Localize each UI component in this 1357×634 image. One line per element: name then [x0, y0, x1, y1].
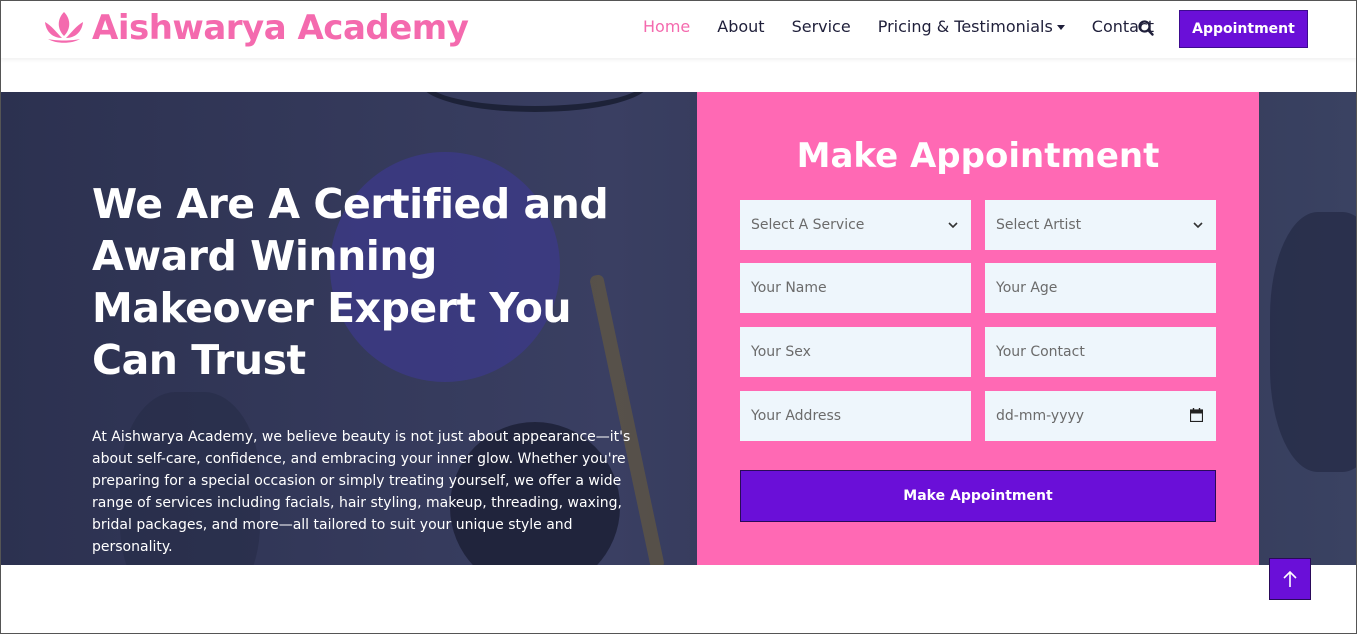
service-select-value: Select A Service — [751, 217, 865, 233]
age-placeholder: Your Age — [996, 280, 1058, 296]
artist-select-value: Select Artist — [996, 217, 1082, 233]
arrow-up-icon — [1283, 570, 1297, 587]
lotus-icon — [45, 12, 83, 43]
date-field[interactable]: dd-mm-yyyy — [985, 391, 1216, 441]
age-field[interactable]: Your Age — [985, 263, 1216, 313]
sex-placeholder: Your Sex — [751, 344, 811, 360]
nav-about[interactable]: About — [717, 17, 764, 36]
brand-name: Aishwarya Academy — [92, 8, 469, 48]
search-icon[interactable] — [1137, 19, 1155, 37]
nav-pricing-testimonials[interactable]: Pricing & Testimonials — [878, 17, 1065, 36]
nav-home[interactable]: Home — [643, 17, 690, 36]
name-placeholder: Your Name — [751, 280, 827, 296]
nav-service[interactable]: Service — [792, 17, 851, 36]
date-placeholder: dd-mm-yyyy — [996, 408, 1085, 424]
chevron-down-icon — [1056, 25, 1065, 30]
name-field[interactable]: Your Name — [740, 263, 971, 313]
calendar-icon[interactable] — [1190, 408, 1203, 422]
contact-field[interactable]: Your Contact — [985, 327, 1216, 377]
brand-logo[interactable]: Aishwarya Academy — [42, 8, 469, 48]
make-appointment-button[interactable]: Make Appointment — [740, 470, 1216, 522]
back-to-top-button[interactable] — [1269, 558, 1311, 600]
appointment-button[interactable]: Appointment — [1179, 10, 1308, 48]
form-title: Make Appointment — [796, 136, 1160, 176]
navbar: Aishwarya Academy Home About Service Pri… — [0, 0, 1357, 58]
chevron-down-icon — [1193, 222, 1203, 229]
sex-field[interactable]: Your Sex — [740, 327, 971, 377]
address-field[interactable]: Your Address — [740, 391, 971, 441]
appointment-form: Make Appointment Select A Service Select… — [697, 92, 1259, 565]
address-placeholder: Your Address — [751, 408, 842, 424]
chevron-down-icon — [948, 222, 958, 229]
hero-content: We Are A Certified and Award Winning Mak… — [92, 178, 662, 558]
artist-select[interactable]: Select Artist — [985, 200, 1216, 250]
service-select[interactable]: Select A Service — [740, 200, 971, 250]
main-nav: Home About Service Pricing & Testimonial… — [643, 17, 1181, 36]
nav-pricing-label: Pricing & Testimonials — [877, 17, 1053, 36]
hero-title: We Are A Certified and Award Winning Mak… — [92, 180, 609, 384]
hero-description: At Aishwarya Academy, we believe beauty … — [92, 429, 631, 555]
contact-placeholder: Your Contact — [996, 344, 1085, 360]
